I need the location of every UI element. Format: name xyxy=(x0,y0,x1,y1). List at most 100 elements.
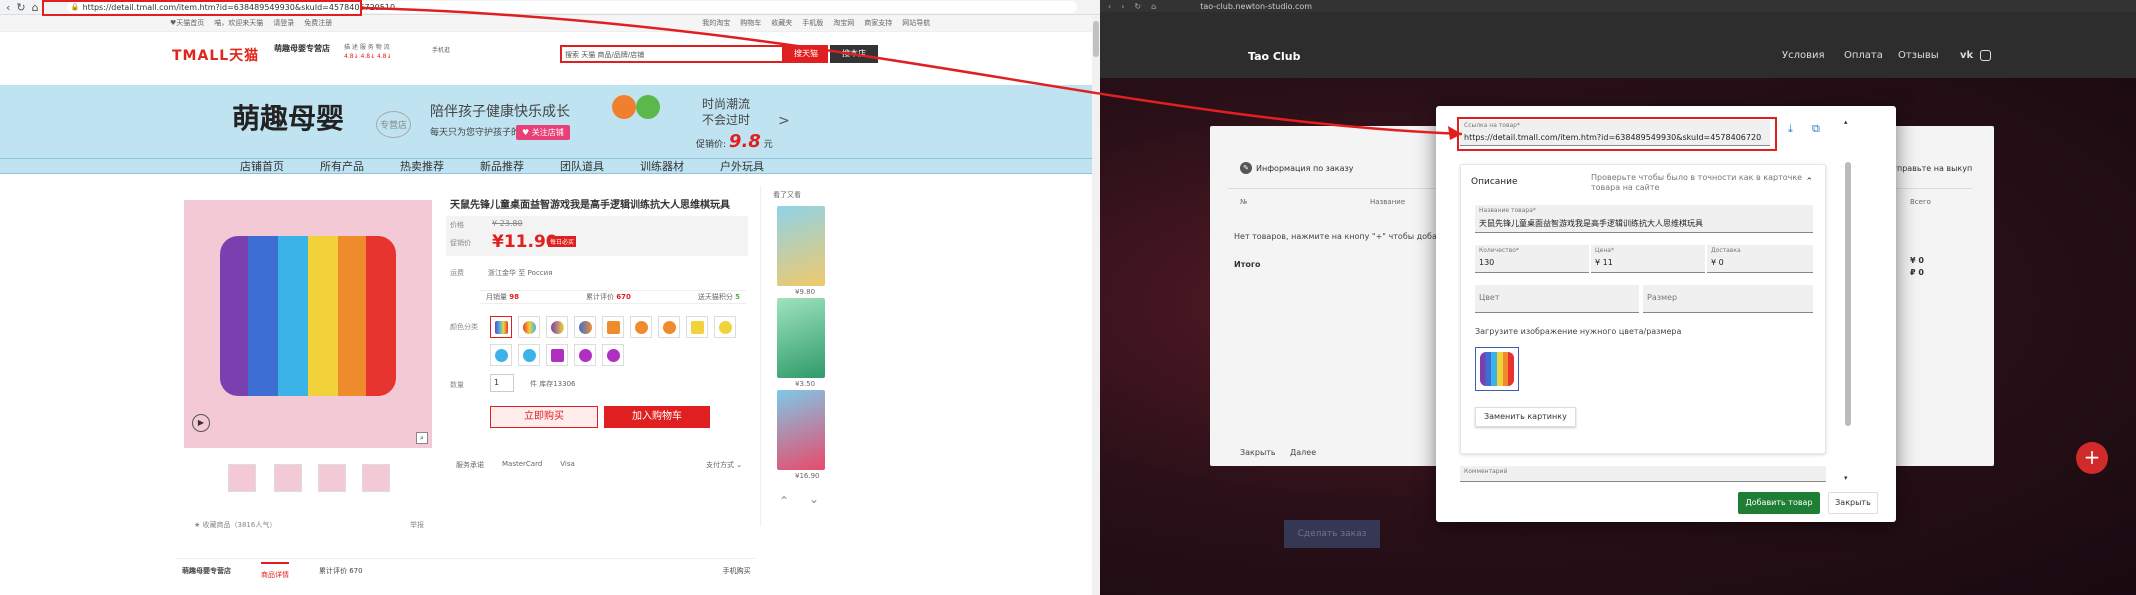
nav-payment[interactable]: Оплата xyxy=(1844,50,1883,61)
thumbnail[interactable] xyxy=(228,464,256,492)
replace-image-button[interactable]: Заменить картинку xyxy=(1475,407,1576,427)
add-to-cart-button[interactable]: 加入购物车 xyxy=(604,406,710,428)
chevron-up-icon[interactable]: ⌃ xyxy=(779,494,789,508)
reload-icon[interactable]: ↻ xyxy=(1134,2,1141,11)
color-option[interactable] xyxy=(602,344,624,366)
recommended-item[interactable]: ¥3.50 xyxy=(777,298,825,388)
color-option[interactable] xyxy=(490,316,512,338)
add-item-button[interactable]: + xyxy=(2076,442,2108,474)
follow-shop-button[interactable]: ♥ 关注店铺 xyxy=(516,125,570,140)
topbar-link-login[interactable]: 请登录 xyxy=(273,18,294,28)
shipping-value[interactable]: 浙江金华 至 Россия xyxy=(488,268,552,278)
nav-item-hot[interactable]: 热卖推荐 xyxy=(400,158,444,174)
back-icon[interactable]: ‹ xyxy=(6,1,10,14)
download-icon[interactable]: ⤓ xyxy=(1788,122,1793,136)
comment-field[interactable]: Комментарий xyxy=(1460,466,1826,482)
color-option[interactable] xyxy=(546,316,568,338)
recommended-item[interactable]: ¥16.90 xyxy=(777,390,825,480)
color-option[interactable] xyxy=(518,344,540,366)
scroll-down-icon[interactable]: ▾ xyxy=(1844,474,1848,482)
tab-product-details[interactable]: 商品详情 xyxy=(261,561,289,580)
home-icon[interactable]: ⌂ xyxy=(32,1,39,14)
nav-item-new[interactable]: 新品推荐 xyxy=(480,158,524,174)
chevron-down-icon[interactable]: ⌄ xyxy=(809,492,819,506)
thumbnail[interactable] xyxy=(362,464,390,492)
topbar-cart[interactable]: 购物车 xyxy=(740,18,761,28)
chevron-up-icon[interactable]: ⌃ xyxy=(1805,177,1813,187)
chevron-right-icon[interactable]: > xyxy=(778,113,790,129)
topbar-favorites[interactable]: 收藏夹 xyxy=(771,18,792,28)
nav-item-team[interactable]: 团队道具 xyxy=(560,158,604,174)
link-field[interactable]: Ссылка на товар* https://detail.tmall.co… xyxy=(1460,120,1770,146)
scrollbar[interactable] xyxy=(1092,15,1100,595)
total-reviews[interactable]: 累计评价 670 xyxy=(586,292,631,302)
site-logo[interactable]: Tao Club xyxy=(1248,50,1300,63)
color-option[interactable] xyxy=(658,316,680,338)
thumbnail[interactable] xyxy=(318,464,346,492)
play-icon[interactable]: ▶ xyxy=(192,414,210,432)
recommended-item[interactable]: ¥9.80 xyxy=(777,206,825,296)
mobile-qr[interactable]: 手机逛 xyxy=(432,45,450,54)
reload-icon[interactable]: ↻ xyxy=(16,1,25,14)
bottom-shop-name[interactable]: 萌趣母婴专营店 xyxy=(182,566,231,576)
add-item-submit-button[interactable]: Добавить товар xyxy=(1738,492,1820,514)
shop-name[interactable]: 萌趣母婴专营店 xyxy=(274,43,330,54)
quantity-input[interactable]: 1 xyxy=(490,374,514,392)
nav-item-training[interactable]: 训练器材 xyxy=(640,158,684,174)
zoom-icon[interactable]: ⌕ xyxy=(416,432,428,444)
price-field[interactable]: Цена* ¥ 11 xyxy=(1591,245,1705,273)
home-icon[interactable]: ⌂ xyxy=(1151,2,1156,11)
delivery-field[interactable]: Доставка ¥ 0 xyxy=(1707,245,1813,273)
color-field[interactable]: Цвет xyxy=(1475,285,1639,313)
search-input[interactable]: 搜索 天猫 商品/品牌/店铺 xyxy=(560,45,784,63)
modal-close-button[interactable]: Закрыть xyxy=(1828,492,1878,514)
color-option[interactable] xyxy=(630,316,652,338)
color-option[interactable] xyxy=(490,344,512,366)
color-option[interactable] xyxy=(518,316,540,338)
uploaded-image[interactable] xyxy=(1475,347,1519,391)
scroll-up-icon[interactable]: ▴ xyxy=(1844,118,1848,126)
favorite-product[interactable]: ★ 收藏商品（3816人气） xyxy=(194,520,276,530)
topbar-link-home[interactable]: ♥天猫首页 xyxy=(170,18,204,28)
tmall-logo[interactable]: TMALL天猫 xyxy=(172,45,259,65)
thumbnail[interactable] xyxy=(274,464,302,492)
product-image[interactable]: ▶ ⌕ xyxy=(184,200,432,448)
phone-buy[interactable]: 手机购买 xyxy=(723,566,751,576)
tab-reviews[interactable]: 累计评价 670 xyxy=(319,566,363,576)
instagram-icon[interactable] xyxy=(1980,50,1991,61)
color-option[interactable] xyxy=(714,316,736,338)
topbar-mobile[interactable]: 手机版 xyxy=(802,18,823,28)
buy-now-button[interactable]: 立即购买 xyxy=(490,406,598,428)
forward-icon[interactable]: › xyxy=(1121,2,1124,11)
payment-options[interactable]: 支付方式 ⌄ xyxy=(706,460,742,470)
back-icon[interactable]: ‹ xyxy=(1108,2,1111,11)
quantity-field[interactable]: Количество* 130 xyxy=(1475,245,1589,273)
nav-item-all[interactable]: 所有产品 xyxy=(320,158,364,174)
open-external-icon[interactable]: ⧉ xyxy=(1812,122,1820,136)
color-option[interactable] xyxy=(686,316,708,338)
color-option[interactable] xyxy=(546,344,568,366)
make-order-button[interactable]: Сделать заказ xyxy=(1284,520,1380,548)
color-option[interactable] xyxy=(574,344,596,366)
topbar-sitenav[interactable]: 网站导航 xyxy=(902,18,930,28)
size-field[interactable]: Размер xyxy=(1643,285,1813,313)
modal-scrollbar[interactable]: ▴ ▾ xyxy=(1844,118,1852,482)
topbar-my-taobao[interactable]: 我的淘宝 xyxy=(702,18,730,28)
next-button[interactable]: Далее xyxy=(1290,448,1316,457)
name-field[interactable]: Название товара* 天鼠先锋儿童桌面益智游戏我是高手逻辑训练抗大人… xyxy=(1475,205,1813,233)
topbar-link-register[interactable]: 免费注册 xyxy=(304,18,332,28)
nav-item-home[interactable]: 店铺首页 xyxy=(240,158,284,174)
color-option[interactable] xyxy=(574,316,596,338)
topbar-merchant[interactable]: 商家支持 xyxy=(864,18,892,28)
color-option[interactable] xyxy=(602,316,624,338)
vk-icon[interactable]: vk xyxy=(1960,50,1973,61)
close-button[interactable]: Закрыть xyxy=(1240,448,1276,457)
search-shop-button[interactable]: 搜本店 xyxy=(830,45,878,63)
nav-terms[interactable]: Условия xyxy=(1782,50,1825,61)
nav-reviews[interactable]: Отзывы xyxy=(1898,50,1939,61)
nav-item-outdoor[interactable]: 户外玩具 xyxy=(720,158,764,174)
report-link[interactable]: 举报 xyxy=(410,520,424,530)
address-bar[interactable]: tao-club.newton-studio.com xyxy=(1200,2,1312,11)
search-tmall-button[interactable]: 搜天猫 xyxy=(784,45,828,63)
topbar-taobao[interactable]: 淘宝网 xyxy=(833,18,854,28)
